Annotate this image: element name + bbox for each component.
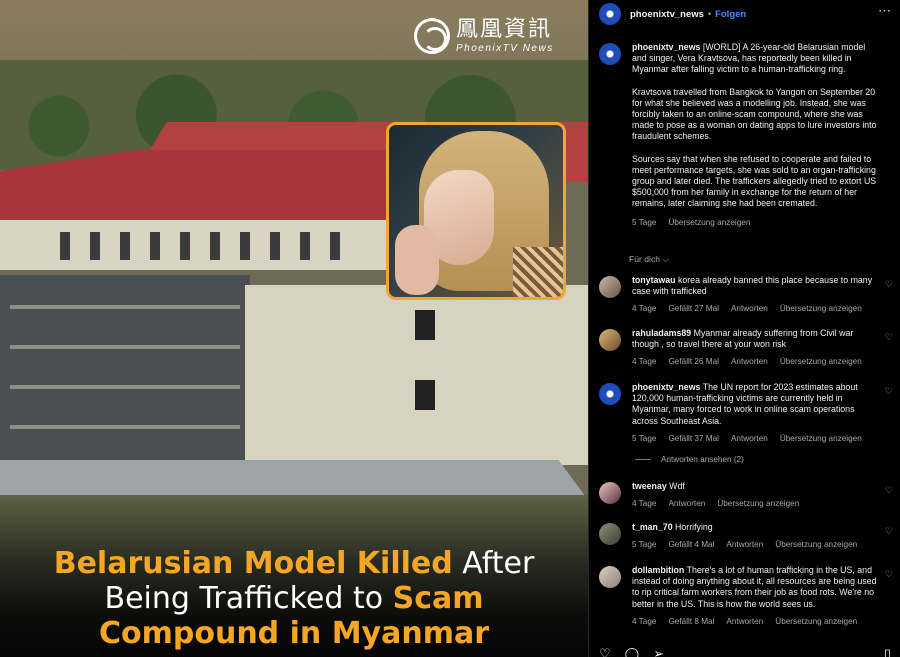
translate-link[interactable]: Übersetzung anzeigen [717,498,799,509]
comment-icon[interactable]: ◯ [625,646,640,657]
reply-button[interactable]: Antworten [731,303,768,314]
heart-icon[interactable]: ♡ [885,485,893,496]
comment-text: Horrifying [675,522,713,532]
logo-english-text: PhoenixTV News [456,42,554,54]
heart-icon[interactable]: ♡ [885,386,893,397]
headline-highlight-1: Belarusian Model Killed [53,546,453,581]
post-header: phoenixtv_news • Folgen ⋯ [589,2,900,26]
header-username[interactable]: phoenixtv_news [630,9,704,20]
comment-username[interactable]: t_man_70 [632,522,673,532]
headline-text-2: Being Trafficked to [104,581,393,616]
heart-icon[interactable]: ♡ [885,332,893,343]
comment-time: 4 Tage [632,357,657,367]
follow-button[interactable]: Folgen [715,9,746,20]
caption: phoenixtv_news [WORLD] A 26-year-old Bel… [599,42,895,228]
reply-button[interactable]: Antworten [726,539,763,550]
caption-username[interactable]: phoenixtv_news [632,42,700,52]
for-you-toggle[interactable]: Für dich ⌵ [629,254,669,265]
comment-username[interactable]: dollambition [632,565,684,575]
avatar[interactable] [599,566,621,588]
comments-panel: phoenixtv_news • Folgen ⋯ phoenixtv_news… [588,0,900,657]
translate-link[interactable]: Übersetzung anzeigen [780,356,862,367]
translate-link[interactable]: Übersetzung anzeigen [668,217,750,228]
caption-paragraph-3: Sources say that when she refused to coo… [632,153,877,209]
comment-time: 5 Tage [632,433,657,443]
comment-likes[interactable]: Gefällt 37 Mal [668,433,719,444]
translate-link[interactable]: Übersetzung anzeigen [780,303,862,314]
headline-highlight-3: Compound in Myanmar [99,616,489,651]
comment-time: 4 Tage [632,499,657,509]
comment: tonytawau korea already banned this plac… [599,275,895,315]
post-image[interactable]: 鳳凰資訊 PhoenixTV News Belarusian Model Kil… [0,0,588,657]
building-upper [0,220,390,270]
more-options-icon[interactable]: ⋯ [878,3,892,19]
view-replies-label[interactable]: Antworten ansehen (2) [661,455,744,464]
comment-text: Wdf [669,481,685,491]
like-icon[interactable]: ♡ [599,646,611,657]
headline-highlight-2: Scam [392,581,484,616]
phoenix-logo: 鳳凰資訊 PhoenixTV News [414,14,554,58]
heart-icon[interactable]: ♡ [885,279,893,290]
separator-dot: • [707,9,712,19]
avatar[interactable] [599,3,621,25]
action-bar: ♡ ◯ ➢ ▯ [599,646,895,657]
phoenix-logo-icon [414,18,450,54]
replies-line [635,459,651,460]
comment: tweenay Wdf 4 Tage Antworten Übersetzung… [599,481,895,509]
view-replies-button[interactable]: Antworten ansehen (2) [635,455,744,464]
translate-link[interactable]: Übersetzung anzeigen [775,616,857,627]
heart-icon[interactable]: ♡ [885,526,893,537]
avatar[interactable] [599,523,621,545]
comment: dollambition There's a lot of human traf… [599,565,895,627]
building-light-right [245,285,588,465]
reply-button[interactable]: Antworten [731,356,768,367]
avatar[interactable] [599,482,621,504]
logo-chinese-text: 鳳凰資訊 [456,16,553,42]
share-icon[interactable]: ➢ [653,646,664,657]
avatar[interactable] [599,329,621,351]
reply-button[interactable]: Antworten [726,616,763,627]
comment-likes[interactable]: Gefällt 4 Mal [668,539,714,550]
caption-time: 5 Tage [632,217,657,227]
reply-button[interactable]: Antworten [731,433,768,444]
avatar[interactable] [599,276,621,298]
comment: t_man_70 Horrifying 5 Tage Gefällt 4 Mal… [599,522,895,550]
comment-username[interactable]: tonytawau [632,275,676,285]
caption-paragraph-2: Kravtsova travelled from Bangkok to Yang… [632,86,877,142]
reply-button[interactable]: Antworten [668,498,705,509]
comment: rahuladams89 Myanmar already suffering f… [599,328,895,368]
comment-username[interactable]: rahuladams89 [632,328,691,338]
headline: Belarusian Model Killed After Being Traf… [0,546,588,651]
heart-icon[interactable]: ♡ [885,569,893,580]
building-dark-left [0,275,250,465]
translate-link[interactable]: Übersetzung anzeigen [775,539,857,550]
bookmark-icon[interactable]: ▯ [884,646,891,657]
comment-time: 4 Tage [632,304,657,314]
comment-time: 4 Tage [632,616,657,626]
metal-roof [0,460,588,500]
comment: phoenixtv_news The UN report for 2023 es… [599,382,895,444]
comment-likes[interactable]: Gefällt 8 Mal [668,616,714,627]
avatar[interactable] [599,383,621,405]
headline-text-1: After [452,546,535,581]
comment-likes[interactable]: Gefällt 26 Mal [668,356,719,367]
avatar[interactable] [599,43,621,65]
comment-username[interactable]: phoenixtv_news [632,382,700,392]
comment-likes[interactable]: Gefällt 27 Mal [668,303,719,314]
comment-username[interactable]: tweenay [632,481,667,491]
comment-time: 5 Tage [632,540,657,550]
translate-link[interactable]: Übersetzung anzeigen [780,433,862,444]
portrait-inset [386,122,566,300]
